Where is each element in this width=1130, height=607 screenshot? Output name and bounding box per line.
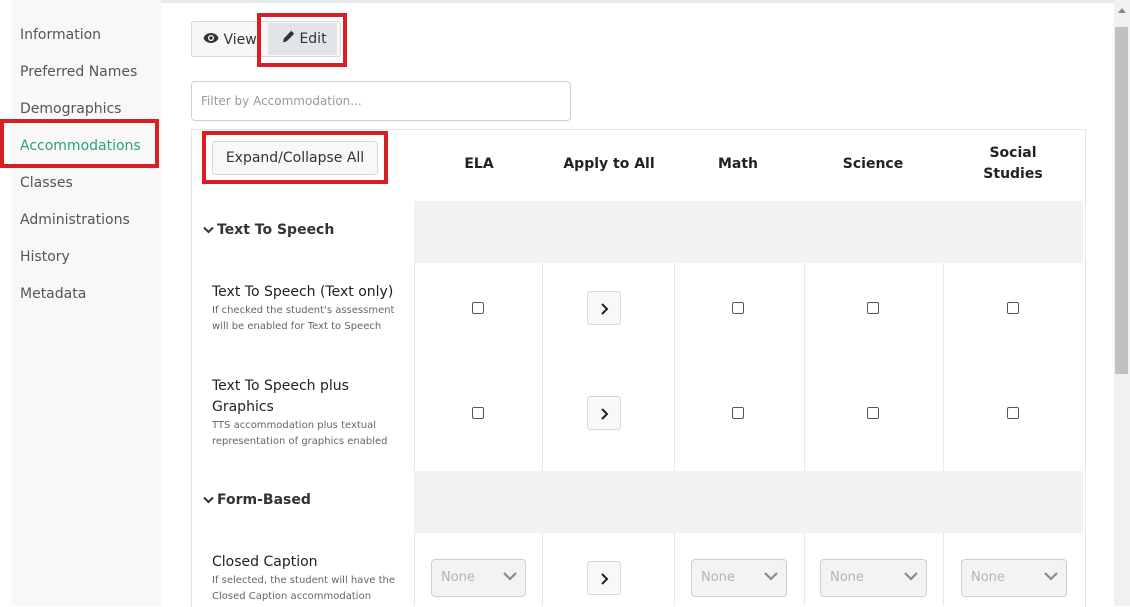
column-divider: [804, 262, 805, 471]
accommodation-name: Text To Speech (Text only): [212, 284, 394, 300]
group-toggle-form-based[interactable]: Form-Based: [203, 492, 311, 508]
checkbox-social-studies[interactable]: [1007, 407, 1019, 419]
scrollbar-thumb[interactable]: [1115, 27, 1128, 374]
accommodation-description: If selected, the student will have the C…: [212, 575, 396, 602]
column-header-social-studies: Social Studies: [983, 145, 1043, 182]
sidebar-item-information[interactable]: Information: [20, 27, 101, 43]
group-header-band: [414, 471, 1083, 533]
chevron-down-icon: [764, 572, 778, 581]
column-header-ela: ELA: [464, 156, 494, 172]
accommodation-name: Closed Caption: [212, 554, 318, 570]
checkbox-science[interactable]: [867, 302, 879, 314]
chevron-down-icon: [503, 572, 517, 581]
column-divider: [542, 262, 543, 471]
group-label: Form-Based: [217, 492, 311, 508]
sidebar-item-demographics[interactable]: Demographics: [20, 101, 121, 117]
select-value: None: [830, 570, 864, 585]
chevron-down-icon: [1044, 572, 1058, 581]
select-science[interactable]: None: [820, 559, 927, 597]
select-math[interactable]: None: [691, 559, 787, 597]
filter-accommodation-input[interactable]: Filter by Accommodation...: [191, 81, 571, 121]
highlight-edit: [257, 13, 347, 67]
select-value: None: [441, 570, 475, 585]
accommodation-description: TTS accommodation plus textual represent…: [212, 420, 388, 447]
sidebar-item-administrations[interactable]: Administrations: [20, 212, 130, 228]
group-header-band: [414, 201, 1083, 263]
column-divider: [804, 532, 805, 606]
accommodation-name: Text To Speech plus Graphics: [212, 378, 349, 415]
sidebar-item-history[interactable]: History: [20, 249, 70, 265]
checkbox-science[interactable]: [867, 407, 879, 419]
column-divider: [542, 532, 543, 606]
sidebar-item-metadata[interactable]: Metadata: [20, 286, 86, 302]
chevron-right-icon: [601, 303, 609, 315]
select-value: None: [971, 570, 1005, 585]
checkbox-math[interactable]: [732, 302, 744, 314]
view-button-label: View: [223, 32, 257, 48]
select-value: None: [701, 570, 735, 585]
checkbox-social-studies[interactable]: [1007, 302, 1019, 314]
accommodation-description: If checked the student's assessment will…: [212, 305, 395, 332]
apply-to-all-button[interactable]: [587, 291, 621, 325]
top-divider: [161, 0, 1114, 3]
chevron-right-icon: [601, 408, 609, 420]
sidebar-item-classes[interactable]: Classes: [20, 175, 73, 191]
group-toggle-text-to-speech[interactable]: Text To Speech: [203, 222, 334, 238]
column-header-science: Science: [842, 156, 904, 172]
chevron-down-icon: [203, 222, 214, 238]
apply-to-all-button[interactable]: [587, 561, 621, 595]
select-ela[interactable]: None: [431, 559, 526, 597]
sidebar-nav: [12, 0, 161, 606]
scroll-up-arrow-icon[interactable]: [1118, 8, 1126, 13]
column-divider: [943, 532, 944, 606]
checkbox-ela[interactable]: [472, 407, 484, 419]
eye-icon: [203, 27, 219, 53]
apply-to-all-button[interactable]: [587, 396, 621, 430]
group-label: Text To Speech: [217, 222, 335, 238]
select-social-studies[interactable]: None: [961, 559, 1067, 597]
column-divider: [674, 262, 675, 471]
column-divider: [943, 262, 944, 471]
column-header-math: Math: [717, 156, 759, 172]
sidebar-item-preferred-names[interactable]: Preferred Names: [20, 64, 137, 80]
checkbox-math[interactable]: [732, 407, 744, 419]
highlight-accommodations: [0, 119, 159, 168]
column-divider: [674, 532, 675, 606]
checkbox-ela[interactable]: [472, 302, 484, 314]
chevron-down-icon: [904, 572, 918, 581]
chevron-right-icon: [601, 573, 609, 585]
view-button[interactable]: View: [203, 27, 261, 53]
chevron-down-icon: [203, 492, 214, 508]
column-header-apply-to-all: Apply to All: [563, 156, 655, 172]
highlight-expand-collapse: [202, 131, 388, 184]
